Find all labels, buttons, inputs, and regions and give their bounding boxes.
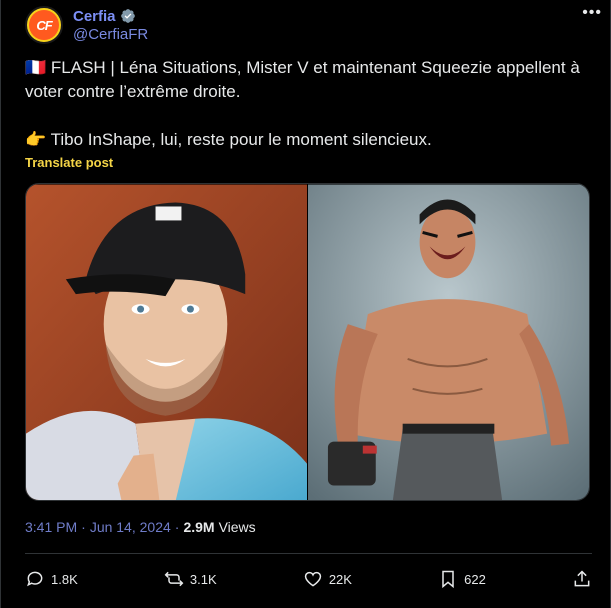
author-display-name[interactable]: Cerfia: [73, 8, 116, 25]
post-container: CF Cerfia @CerfiaFR ••• 🇫🇷 FLASH | Léna …: [0, 0, 611, 608]
post-text: 🇫🇷 FLASH | Léna Situations, Mister V et …: [25, 56, 592, 152]
divider: [25, 553, 592, 554]
share-icon: [574, 570, 590, 587]
share-button[interactable]: [572, 569, 592, 589]
post-meta: 3:41 PM · Jun 14, 2024 · 2.9M Views: [25, 519, 256, 535]
bookmark-count: 622: [464, 571, 486, 587]
media-image-left[interactable]: [26, 184, 307, 501]
like-icon: [304, 571, 322, 587]
meta-separator: ·: [81, 519, 86, 535]
like-button[interactable]: 22K: [303, 569, 352, 589]
repost-button[interactable]: 3.1K: [164, 569, 217, 589]
reply-icon: [27, 571, 43, 587]
more-icon[interactable]: •••: [582, 4, 602, 22]
bookmark-icon: [442, 570, 454, 589]
verified-badge-icon: [120, 9, 135, 23]
post-date[interactable]: Jun 14, 2024: [90, 519, 171, 535]
translate-post-link[interactable]: Translate post: [25, 155, 113, 170]
author-names: Cerfia @CerfiaFR: [73, 8, 148, 43]
author-handle[interactable]: @CerfiaFR: [73, 26, 148, 43]
avatar-logo: CF: [29, 10, 59, 40]
views-label: Views: [218, 519, 256, 535]
action-bar: 1.8K 3.1K 22K 622: [25, 566, 592, 592]
post-header: CF Cerfia @CerfiaFR: [25, 6, 594, 44]
media-image-right[interactable]: [308, 184, 589, 501]
avatar[interactable]: CF: [25, 6, 63, 44]
reply-button[interactable]: 1.8K: [25, 569, 78, 589]
bookmark-button[interactable]: 622: [438, 569, 486, 589]
like-count: 22K: [328, 571, 352, 587]
post-text-line: 🇫🇷 FLASH | Léna Situations, Mister V et …: [25, 58, 580, 101]
repost-count: 3.1K: [189, 571, 217, 587]
meta-separator: ·: [174, 519, 180, 535]
name-row: Cerfia: [73, 8, 148, 25]
media-grid: [25, 183, 590, 501]
post-text-line: 👉 Tibo InShape, lui, reste pour le momen…: [25, 130, 432, 149]
repost-icon: [164, 571, 184, 587]
views-count: 2.9M: [183, 519, 215, 535]
post-time[interactable]: 3:41 PM: [25, 519, 77, 535]
reply-count: 1.8K: [51, 571, 78, 587]
